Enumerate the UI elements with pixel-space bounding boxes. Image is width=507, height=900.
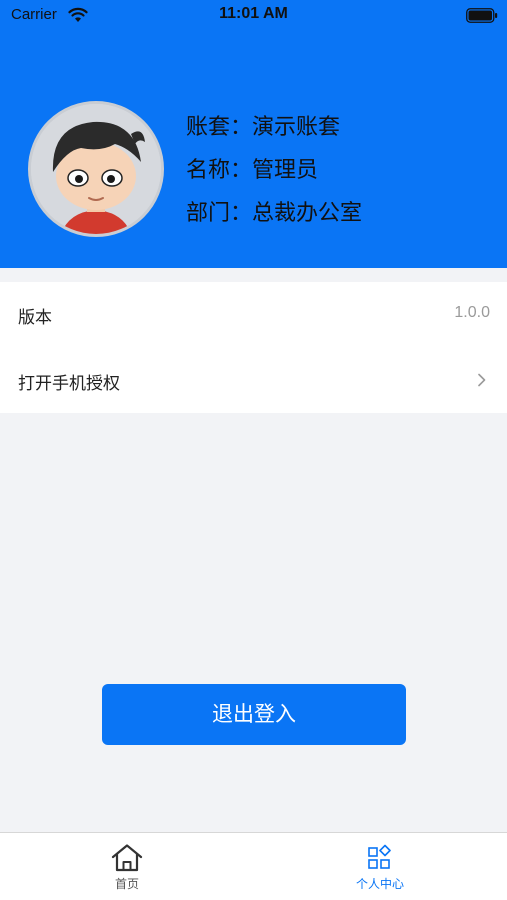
list-item-permissions[interactable]: 打开手机授权 [0, 348, 507, 414]
account-separator: ： [230, 115, 253, 140]
dept-separator: ： [230, 201, 253, 226]
account-row: 账套：演示账套 [186, 106, 362, 149]
name-separator: ： [230, 158, 253, 183]
chevron-right-icon [478, 373, 486, 387]
grid-apps-icon [368, 844, 391, 869]
avatar[interactable] [28, 101, 164, 237]
profile-header: Carrier 11:01 AM 账套：演示账套 名称：管理员 部门：总裁办公室 [0, 0, 507, 268]
dept-row: 部门：总裁办公室 [186, 192, 362, 235]
permissions-label: 打开手机授权 [18, 374, 120, 394]
tab-bar: 首页 个人中心 [0, 832, 507, 900]
name-row: 名称：管理员 [186, 149, 362, 192]
status-bar: Carrier 11:01 AM [0, 0, 507, 30]
tab-home[interactable]: 首页 [67, 833, 187, 900]
tab-profile-label: 个人中心 [355, 877, 404, 891]
avatar-cartoon-icon [31, 104, 161, 234]
version-label: 版本 [18, 308, 52, 328]
account-value: 演示账套 [252, 115, 341, 140]
settings-list: 版本 1.0.0 打开手机授权 [0, 282, 507, 413]
logout-button[interactable]: 退出登入 [102, 684, 406, 745]
list-item-version[interactable]: 版本 1.0.0 [0, 282, 507, 348]
dept-label: 部门 [186, 201, 231, 226]
status-time: 11:01 AM [219, 5, 288, 22]
home-icon [111, 844, 143, 872]
battery-icon [466, 8, 498, 23]
name-label: 名称 [186, 158, 231, 183]
profile-screen: Carrier 11:01 AM 账套：演示账套 名称：管理员 部门：总裁办公室… [0, 0, 507, 900]
profile-info: 账套：演示账套 名称：管理员 部门：总裁办公室 [186, 106, 362, 235]
dept-value: 总裁办公室 [252, 201, 363, 226]
account-label: 账套 [186, 115, 231, 140]
tab-profile[interactable]: 个人中心 [320, 833, 440, 900]
name-value: 管理员 [252, 158, 319, 183]
version-value: 1.0.0 [454, 304, 490, 321]
tab-home-label: 首页 [114, 877, 139, 891]
